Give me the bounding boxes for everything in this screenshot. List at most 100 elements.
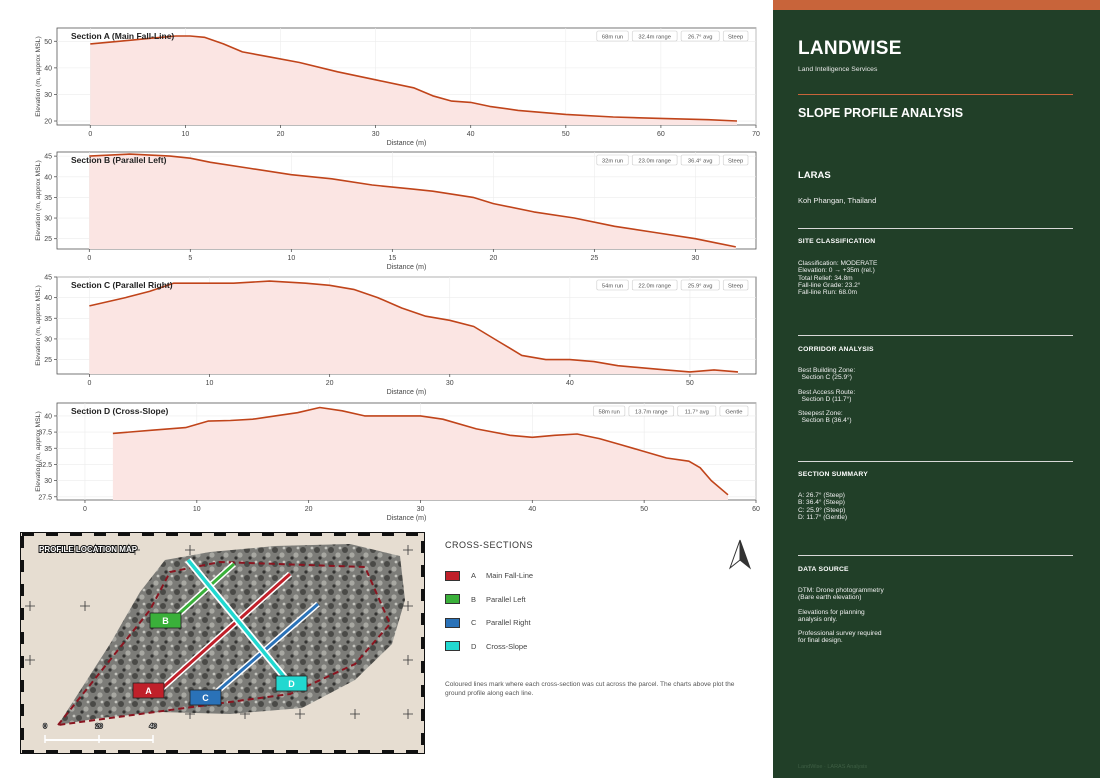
info-panel: LANDWISE Land Intelligence Services SLOP… <box>773 0 1100 778</box>
svg-text:Steep: Steep <box>728 158 743 164</box>
x-tick-label: 60 <box>752 506 760 513</box>
x-axis-label: Distance (m) <box>387 389 427 396</box>
y-tick-label: 50 <box>44 39 52 46</box>
section-c-profile-chart: 0 10 20 30 40 50 25 30 35 40 45 Distance (m) Elevati… <box>35 275 757 396</box>
corridor-analysis-body: Best Building Zone: Section C (25.9°) Be… <box>798 367 856 425</box>
stat-badge: 32.4m range <box>631 30 678 42</box>
svg-text:11.7° avg: 11.7° avg <box>685 409 709 415</box>
svg-text:32m run: 32m run <box>602 158 623 164</box>
x-tick-label: 20 <box>489 255 497 262</box>
legend-note: Coloured lines mark where each cross-sec… <box>445 681 735 697</box>
legend-title: CROSS-SECTIONS <box>445 540 534 550</box>
stat-badge: 36.4° avg <box>680 154 720 166</box>
svg-text:0: 0 <box>43 723 47 730</box>
y-tick-label: 25 <box>44 236 52 243</box>
plot-area: 0 10 20 30 40 50 25 30 35 40 45 <box>44 275 757 387</box>
x-tick-label: 10 <box>193 506 201 513</box>
svg-text:40: 40 <box>149 723 157 730</box>
y-tick-label: 40 <box>44 174 52 181</box>
svg-text:Gentle: Gentle <box>725 409 742 415</box>
chart-section-c: 0 10 20 30 40 50 25 30 35 40 45 Distance (m) Elevati… <box>0 275 770 399</box>
north-arrow-icon <box>728 539 752 570</box>
map-canvas: B A C D PROFILE LOCATION MAP 0 20 40 <box>20 532 425 754</box>
legend-swatch-d <box>445 641 460 652</box>
y-tick-label: 20 <box>44 119 52 126</box>
x-tick-label: 5 <box>188 255 192 262</box>
legend-item-d: D Cross-Slope <box>445 635 765 659</box>
chart-section-d: 0 10 20 30 40 50 60 27.5 30 32.5 35 37.5 40 Distance … <box>0 402 770 525</box>
legend-swatch-b <box>445 594 460 605</box>
section-summary-heading: SECTION SUMMARY <box>798 471 868 478</box>
section-a-profile-chart: 0 10 20 30 40 50 60 70 20 30 40 50 Distance (m) Eleva… <box>35 27 760 147</box>
y-axis-label: Elevation (m, approx MSL) <box>35 285 42 365</box>
svg-text:D: D <box>288 679 295 689</box>
stat-badge: Steep <box>722 30 749 42</box>
y-tick-label: 30 <box>44 478 52 485</box>
x-axis-label: Distance (m) <box>387 515 427 522</box>
svg-text:A: A <box>145 686 152 696</box>
section-a-label: A <box>132 682 165 699</box>
chart-title: Section D (Cross-Slope) <box>71 406 168 416</box>
svg-text:32.4m range: 32.4m range <box>638 34 671 40</box>
x-tick-label: 15 <box>388 255 396 262</box>
stat-badge: 32m run <box>596 154 629 166</box>
svg-text:C: C <box>202 693 209 703</box>
svg-text:26.7° avg: 26.7° avg <box>688 34 713 40</box>
site-classification-heading: SITE CLASSIFICATION <box>798 238 876 245</box>
y-tick-label: 40 <box>44 65 52 72</box>
y-tick-label: 30 <box>44 92 52 99</box>
panel-accent-band <box>773 0 1100 10</box>
x-tick-label: 0 <box>88 131 92 138</box>
stat-badge: 26.7° avg <box>680 30 720 42</box>
x-tick-label: 60 <box>657 131 665 138</box>
x-tick-label: 10 <box>206 380 214 387</box>
x-tick-label: 30 <box>417 506 425 513</box>
stat-badge: 23.0m range <box>631 154 678 166</box>
x-tick-label: 0 <box>83 506 87 513</box>
chart-title: Section A (Main Fall-Line) <box>71 31 174 41</box>
y-tick-label: 35 <box>44 195 52 202</box>
y-tick-label: 45 <box>44 154 52 161</box>
section-b-profile-chart: 0 5 10 15 20 25 30 25 30 35 40 45 Distance (m) Elevat… <box>35 151 757 271</box>
x-tick-label: 50 <box>640 506 648 513</box>
divider <box>798 228 1073 229</box>
x-tick-label: 70 <box>752 131 760 138</box>
svg-text:54m run: 54m run <box>602 283 623 289</box>
stat-badge: Steep <box>722 279 749 291</box>
section-c-label: C <box>189 689 222 706</box>
y-tick-label: 27.5 <box>38 494 52 501</box>
y-tick-label: 40 <box>44 295 52 302</box>
x-tick-label: 10 <box>181 131 189 138</box>
divider <box>798 555 1073 556</box>
x-tick-label: 40 <box>467 131 475 138</box>
svg-text:23.0m range: 23.0m range <box>638 158 671 164</box>
x-tick-label: 0 <box>87 380 91 387</box>
stat-badge: Gentle <box>719 405 749 417</box>
x-tick-label: 40 <box>528 506 536 513</box>
svg-text:22.0m range: 22.0m range <box>638 283 671 289</box>
stat-badge: Steep <box>722 154 749 166</box>
x-tick-label: 0 <box>87 255 91 262</box>
brand-divider <box>798 94 1073 95</box>
plot-area: 0 5 10 15 20 25 30 25 30 35 40 45 <box>44 151 757 262</box>
stat-badge: 22.0m range <box>631 279 678 291</box>
brand-name: LANDWISE <box>798 38 902 59</box>
x-tick-label: 10 <box>287 255 295 262</box>
profile-location-map: B A C D PROFILE LOCATION MAP 0 20 40 <box>20 532 425 754</box>
chart-title: Section C (Parallel Right) <box>71 280 173 290</box>
x-tick-label: 30 <box>372 131 380 138</box>
svg-text:58m run: 58m run <box>599 409 620 415</box>
svg-text:13.7m range: 13.7m range <box>635 409 668 415</box>
data-source-body: DTM: Drone photogrammetry (Bare earth el… <box>798 587 884 645</box>
panel-footer: LandWise · LARAS Analysis <box>798 764 868 770</box>
y-axis-label: Elevation (m, approx MSL) <box>35 36 42 116</box>
site-classification-body: Classification: MODERATE Elevation: 0 → … <box>798 260 878 297</box>
section-b-label: B <box>149 612 182 629</box>
svg-text:25.9° avg: 25.9° avg <box>688 283 713 289</box>
stat-badge: 68m run <box>596 30 629 42</box>
report-title: SLOPE PROFILE ANALYSIS <box>798 106 964 120</box>
stat-badge: 13.7m range <box>628 405 675 417</box>
y-tick-label: 45 <box>44 275 52 282</box>
legend-item-b: B Parallel Left <box>445 588 765 612</box>
y-tick-label: 35 <box>44 316 52 323</box>
